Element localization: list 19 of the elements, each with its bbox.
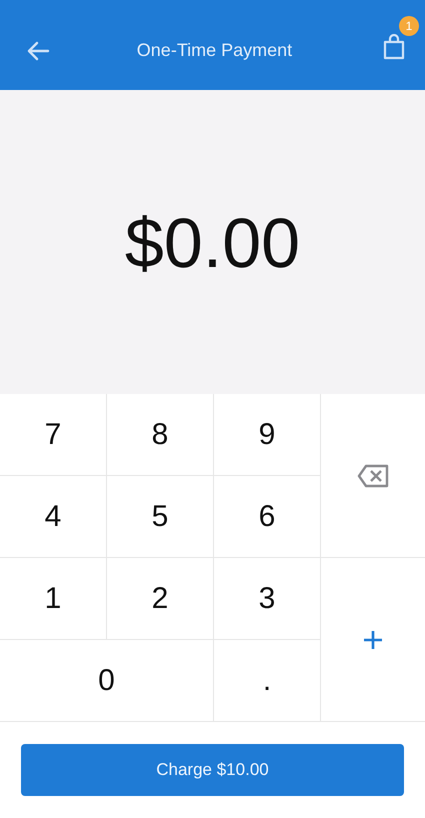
shopping-bag-icon[interactable] (383, 34, 405, 60)
keypad-key[interactable]: 5 (107, 476, 214, 558)
keypad-key[interactable]: 8 (107, 394, 214, 476)
backspace-icon (357, 464, 389, 488)
charge-button[interactable]: Charge $10.00 (21, 744, 404, 796)
keypad-key[interactable]: . (214, 640, 321, 722)
keypad-key[interactable]: 7 (0, 394, 107, 476)
keypad-key[interactable]: 4 (0, 476, 107, 558)
keypad-key[interactable]: 6 (214, 476, 321, 558)
keypad-key[interactable]: 1 (0, 558, 107, 640)
amount-text: $0.00 (124, 202, 300, 283)
back-arrow-icon[interactable] (26, 40, 50, 61)
keypad-key[interactable]: 9 (214, 394, 321, 476)
cart-count-badge: 1 (399, 16, 419, 36)
keypad-key[interactable]: 2 (107, 558, 214, 640)
plus-icon (363, 630, 383, 650)
screen-title: One-Time Payment (136, 40, 294, 62)
keypad-key[interactable]: 3 (214, 558, 321, 640)
keypad-key[interactable]: 0 (0, 640, 214, 722)
